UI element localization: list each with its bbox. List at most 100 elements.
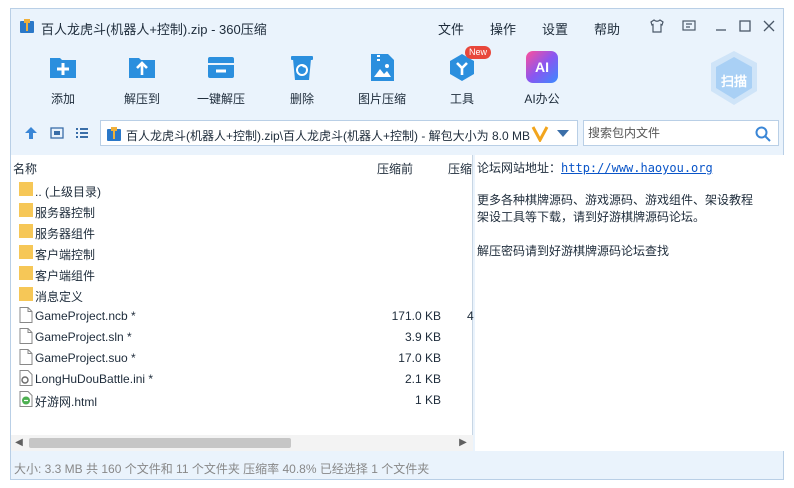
file-name: 服务器组件 — [35, 227, 96, 241]
document-icon — [19, 349, 33, 365]
list-item[interactable]: LongHuDouBattle.ini * 2.1 KB — [11, 368, 473, 389]
file-name: .. (上级目录) — [35, 185, 101, 199]
file-packed-size: 4 — [467, 309, 474, 323]
tools-label: 工具 — [449, 92, 474, 106]
feedback-icon[interactable] — [681, 18, 697, 34]
one-click-extract-label: 一键解压 — [196, 92, 245, 106]
list-item[interactable]: 客户端组件 — [11, 263, 473, 284]
one-click-extract-icon — [208, 57, 234, 78]
ai-office-button[interactable]: AI AI办公 — [502, 45, 582, 111]
file-size: 17.0 KB — [398, 351, 441, 365]
extract-to-button[interactable]: 解压到 — [102, 45, 182, 111]
comment-pane: 论坛网站地址：http://www.haoyou.org 更多各种棋牌源码、游戏… — [475, 155, 784, 451]
toolbar: 添加 解压到 一键解压 删除 图片压缩 New 工具 AI AI办公 扫描 — [11, 45, 783, 115]
archive-app-icon — [20, 19, 34, 33]
address-row: 百人龙虎斗(机器人+控制).zip\百人龙虎斗(机器人+控制) - 解包大小为 … — [11, 119, 783, 147]
app-window: 百人龙虎斗(机器人+控制).zip - 360压缩 文件 操作 设置 帮助 添加 — [10, 8, 784, 480]
search-icon[interactable] — [754, 125, 772, 143]
status-bar: 大小: 3.3 MB 共 160 个文件和 11 个文件夹 压缩率 40.8% … — [11, 455, 783, 479]
add-icon — [50, 58, 76, 78]
scan-label: 扫描 — [720, 74, 747, 89]
column-name[interactable]: 名称 — [13, 160, 37, 177]
forum-link[interactable]: http://www.haoyou.org — [561, 161, 713, 175]
folder-icon — [19, 287, 33, 301]
zip-file-icon — [107, 127, 121, 141]
thumbnail-view-icon[interactable] — [49, 125, 65, 141]
tools-button[interactable]: New 工具 — [422, 45, 502, 111]
file-list-pane: 名称 压缩前 压缩 .. (上级目录) 服务器控制 服务器组件 客户端控制 客户… — [11, 155, 474, 451]
extract-to-icon — [129, 58, 155, 78]
menu-file[interactable]: 文件 — [438, 19, 464, 38]
chevron-down-icon[interactable] — [557, 130, 569, 137]
column-size[interactable]: 压缩前 — [377, 160, 413, 177]
search-input[interactable] — [588, 124, 748, 142]
scroll-left-icon[interactable]: ◀ — [13, 437, 25, 449]
v-check-icon — [531, 126, 549, 142]
window-title: 百人龙虎斗(机器人+控制).zip - 360压缩 — [41, 22, 267, 37]
list-item[interactable]: GameProject.suo * 17.0 KB — [11, 347, 473, 368]
file-size: 1 KB — [414, 393, 441, 407]
file-name: LongHuDouBattle.ini * — [35, 372, 154, 386]
list-view-icon[interactable] — [74, 125, 90, 141]
comment-url-line: 论坛网站地址：http://www.haoyou.org — [477, 159, 713, 176]
folder-icon — [19, 203, 33, 217]
list-item[interactable]: 客户端控制 — [11, 242, 473, 263]
file-size: 3.9 KB — [404, 330, 441, 344]
file-name: 服务器控制 — [35, 206, 96, 220]
image-compress-button[interactable]: 图片压缩 — [342, 45, 422, 111]
add-button[interactable]: 添加 — [23, 45, 103, 111]
ai-office-label: AI办公 — [524, 92, 560, 106]
list-item[interactable]: GameProject.ncb * 171.0 KB 4 — [11, 305, 474, 326]
image-compress-icon — [371, 54, 394, 81]
delete-label: 删除 — [289, 92, 314, 106]
minimize-icon[interactable] — [713, 18, 729, 34]
settings-file-icon — [19, 370, 33, 386]
file-list-header: 名称 压缩前 压缩 — [11, 155, 473, 177]
list-item[interactable]: 服务器控制 — [11, 200, 473, 221]
maximize-icon[interactable] — [737, 18, 753, 34]
delete-button[interactable]: 删除 — [262, 45, 342, 111]
file-size: 171.0 KB — [391, 309, 441, 323]
scan-button[interactable]: 扫描 — [708, 49, 760, 107]
comment-url-label: 论坛网站地址： — [477, 161, 562, 175]
file-name: GameProject.sln * — [35, 330, 132, 344]
extract-to-label: 解压到 — [123, 92, 160, 106]
address-bar[interactable]: 百人龙虎斗(机器人+控制).zip\百人龙虎斗(机器人+控制) - 解包大小为 … — [100, 120, 578, 146]
folder-icon — [19, 245, 33, 259]
close-icon[interactable] — [761, 18, 777, 34]
list-item[interactable]: 服务器组件 — [11, 221, 473, 242]
folder-icon — [19, 182, 33, 196]
file-name: 消息定义 — [35, 290, 84, 304]
new-badge: New — [465, 46, 492, 59]
skin-icon[interactable] — [649, 18, 665, 34]
ai-office-icon-text: AI — [535, 59, 549, 75]
file-size: 2.1 KB — [404, 372, 441, 386]
status-text: 大小: 3.3 MB 共 160 个文件和 11 个文件夹 压缩率 40.8% … — [14, 462, 430, 476]
address-path: 百人龙虎斗(机器人+控制).zip\百人龙虎斗(机器人+控制) - 解包大小为 … — [126, 129, 530, 143]
list-item[interactable]: .. (上级目录) — [11, 179, 473, 200]
column-packed[interactable]: 压缩 — [448, 160, 472, 177]
up-arrow-icon[interactable] — [23, 125, 39, 141]
list-item[interactable]: 好游网.html 1 KB — [11, 389, 473, 410]
list-item[interactable]: 消息定义 — [11, 284, 473, 305]
file-name: 好游网.html — [35, 395, 98, 409]
comment-line: 解压密码请到好游棋牌源码论坛查找 — [477, 244, 670, 258]
menu-help[interactable]: 帮助 — [594, 19, 620, 38]
add-label: 添加 — [50, 92, 75, 106]
comment-line: 架设工具等下载，请到好游棋牌源码论坛。 — [477, 210, 706, 224]
document-icon — [19, 328, 33, 344]
one-click-extract-button[interactable]: 一键解压 — [181, 45, 261, 111]
recycle-delete-icon — [291, 56, 313, 80]
horizontal-scrollbar[interactable]: ◀ ▶ — [11, 435, 473, 451]
document-icon — [19, 307, 33, 323]
menu-settings[interactable]: 设置 — [542, 19, 568, 38]
scrollbar-thumb[interactable] — [29, 438, 291, 448]
file-name: 客户端组件 — [35, 269, 96, 283]
folder-icon — [19, 224, 33, 238]
file-name: 客户端控制 — [35, 248, 96, 262]
list-item[interactable]: GameProject.sln * 3.9 KB — [11, 326, 473, 347]
scroll-right-icon[interactable]: ▶ — [457, 437, 469, 449]
search-box — [583, 120, 779, 146]
menu-operation[interactable]: 操作 — [490, 19, 516, 38]
ai-office-icon: AI — [526, 51, 558, 83]
